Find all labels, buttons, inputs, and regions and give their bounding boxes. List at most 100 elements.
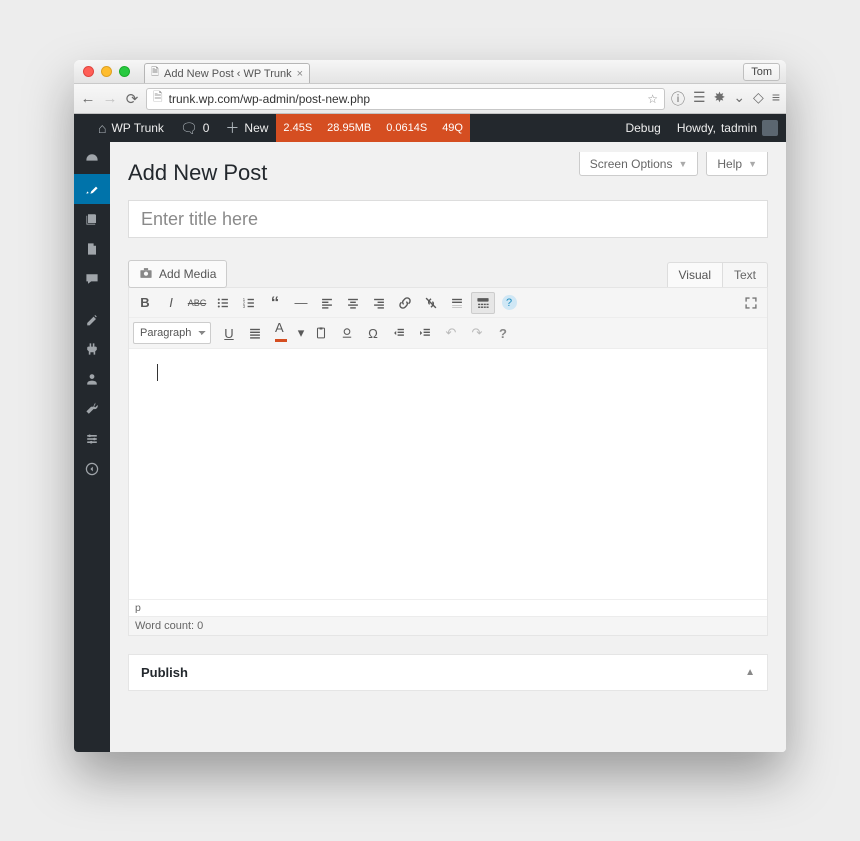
adminbar-new[interactable]: ＋ New: [217, 114, 276, 142]
editor-tab-visual[interactable]: Visual: [667, 262, 723, 287]
toolbar-redo[interactable]: ↷: [465, 322, 489, 344]
add-media-button[interactable]: Add Media: [128, 260, 227, 288]
menu-users[interactable]: [74, 364, 110, 394]
adminbar-new-label: New: [244, 121, 268, 135]
toolbar-clear-format[interactable]: [335, 322, 359, 344]
toolbar-special-char[interactable]: Ω: [361, 322, 385, 344]
toolbar-numbers[interactable]: 123: [237, 292, 261, 314]
address-bar[interactable]: 🗎 trunk.wp.com/wp-admin/post-new.php ☆: [146, 88, 665, 110]
chrome-profile-button[interactable]: Tom: [743, 63, 780, 81]
browser-toolbar: ← → ⟳ 🗎 trunk.wp.com/wp-admin/post-new.p…: [74, 84, 786, 114]
back-button[interactable]: ←: [80, 90, 96, 107]
editor-canvas[interactable]: [129, 349, 767, 599]
toolbar-indent[interactable]: [413, 322, 437, 344]
page-icon: 🗎: [153, 88, 163, 109]
toolbar-bullets[interactable]: [211, 292, 235, 314]
toolbar-shortcuts-help[interactable]: ?: [491, 322, 515, 344]
adminbar-site-name: WP Trunk: [111, 121, 163, 135]
pocket-ext-icon[interactable]: ⌄: [733, 89, 745, 109]
adminbar-comments[interactable]: 🗨 0: [172, 114, 217, 142]
toolbar-fullscreen[interactable]: [739, 292, 763, 314]
qm-stat-dbtime: 0.0614S: [378, 114, 434, 142]
menu-media[interactable]: [74, 204, 110, 234]
wp-admin-menu: [74, 142, 110, 752]
window-close-button[interactable]: [83, 66, 94, 77]
toolbar-undo[interactable]: ↶: [439, 322, 463, 344]
menu-comments[interactable]: [74, 264, 110, 294]
publish-metabox-header[interactable]: Publish ▲: [129, 655, 767, 690]
text-cursor: [157, 364, 158, 381]
toolbar-bold[interactable]: B: [133, 292, 157, 314]
menu-collapse[interactable]: [74, 454, 110, 484]
wp-logo-menu[interactable]: [74, 114, 90, 142]
svg-text:3: 3: [243, 303, 246, 308]
url-text: trunk.wp.com/wp-admin/post-new.php: [169, 92, 642, 106]
adminbar-account[interactable]: Howdy, tadmin: [669, 114, 786, 142]
toolbar-align-right[interactable]: [367, 292, 391, 314]
qm-stat-memory: 28.95MB: [319, 114, 378, 142]
chevron-down-icon: ▼: [748, 159, 757, 169]
stack-ext-icon[interactable]: ☰: [693, 89, 706, 109]
menu-dashboard[interactable]: [74, 144, 110, 174]
menu-separator: [74, 294, 110, 304]
toolbar-paste-text[interactable]: [309, 322, 333, 344]
help-toggle[interactable]: Help ▼: [706, 152, 768, 176]
toolbar-kitchen-sink[interactable]: [471, 292, 495, 314]
home-icon: ⌂: [98, 120, 106, 136]
menu-pages[interactable]: [74, 234, 110, 264]
evernote-ext-icon[interactable]: ✸: [714, 89, 726, 109]
metabox-toggle-icon[interactable]: ▲: [745, 667, 755, 678]
screen-options-toggle[interactable]: Screen Options ▼: [579, 152, 699, 176]
format-select[interactable]: Paragraph: [133, 322, 211, 344]
element-path[interactable]: p: [129, 599, 767, 616]
menu-appearance[interactable]: [74, 304, 110, 334]
chrome-menu-icon[interactable]: ≡: [772, 89, 780, 109]
toolbar-align-left[interactable]: [315, 292, 339, 314]
add-media-label: Add Media: [159, 267, 216, 281]
avatar: [762, 120, 778, 136]
reload-button[interactable]: ⟳: [124, 90, 140, 108]
window-zoom-button[interactable]: [119, 66, 130, 77]
toolbar-textcolor-dropdown[interactable]: ▾: [295, 322, 307, 344]
toolbar-italic[interactable]: I: [159, 292, 183, 314]
adminbar-comment-count: 0: [203, 121, 210, 135]
menu-settings[interactable]: [74, 424, 110, 454]
bookmark-star-icon[interactable]: ☆: [647, 92, 658, 106]
post-title-input[interactable]: [128, 200, 768, 238]
toolbar-blockquote[interactable]: “: [263, 292, 287, 314]
qm-stat-queries: 49Q: [434, 114, 470, 142]
toolbar-unlink[interactable]: [419, 292, 443, 314]
adminbar-debug-link[interactable]: Debug: [617, 114, 668, 142]
word-count: Word count: 0: [129, 616, 767, 635]
editor-tab-text[interactable]: Text: [723, 262, 768, 287]
howdy-username: tadmin: [721, 121, 757, 135]
menu-tools[interactable]: [74, 394, 110, 424]
info-ext-icon[interactable]: ⓘ: [671, 89, 685, 109]
forward-button[interactable]: →: [102, 90, 118, 107]
toolbar-align-center[interactable]: [341, 292, 365, 314]
file-icon: 🗎: [151, 65, 159, 82]
screen-options-label: Screen Options: [590, 157, 673, 171]
adminbar-site-link[interactable]: ⌂ WP Trunk: [90, 114, 172, 142]
browser-tab-title: Add New Post ‹ WP Trunk: [164, 68, 292, 80]
browser-tab[interactable]: 🗎 Add New Post ‹ WP Trunk ×: [144, 63, 310, 83]
query-monitor[interactable]: 2.45S 28.95MB 0.0614S 49Q: [276, 114, 470, 142]
toolbar-hr[interactable]: —: [289, 292, 313, 314]
toolbar-help[interactable]: ?: [497, 292, 521, 314]
help-label: Help: [717, 157, 742, 171]
close-tab-icon[interactable]: ×: [297, 68, 303, 80]
toolbar-justify[interactable]: [243, 322, 267, 344]
window-minimize-button[interactable]: [101, 66, 112, 77]
toolbar-textcolor[interactable]: A: [269, 322, 293, 344]
menu-posts[interactable]: [74, 174, 110, 204]
box-ext-icon[interactable]: ◇: [753, 89, 764, 109]
menu-plugins[interactable]: [74, 334, 110, 364]
chevron-down-icon: ▼: [678, 159, 687, 169]
toolbar-link[interactable]: [393, 292, 417, 314]
toolbar-outdent[interactable]: [387, 322, 411, 344]
toolbar-strike[interactable]: ABC: [185, 292, 209, 314]
toolbar-more[interactable]: [445, 292, 469, 314]
toolbar-underline[interactable]: U: [217, 322, 241, 344]
help-icon: ?: [502, 295, 517, 310]
publish-metabox: Publish ▲: [128, 654, 768, 691]
